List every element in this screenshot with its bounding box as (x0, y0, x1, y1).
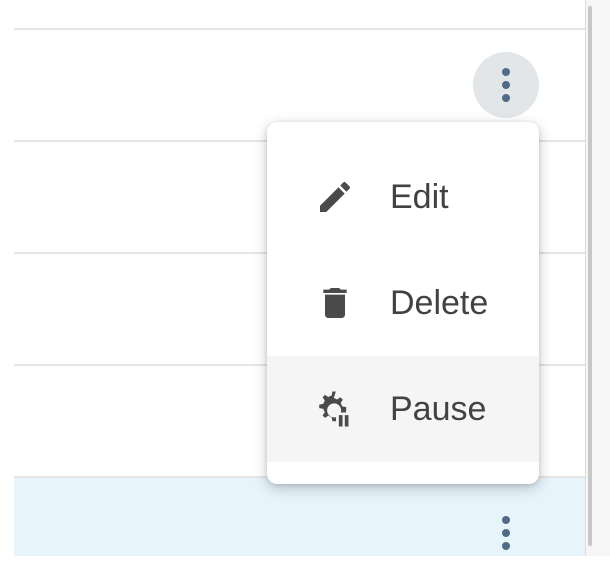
menu-item-delete[interactable]: Delete (267, 250, 539, 356)
pencil-icon (314, 176, 356, 218)
trash-icon (314, 282, 356, 324)
row-divider (14, 28, 585, 30)
scrollbar-thumb[interactable] (588, 6, 592, 546)
more-vertical-icon (500, 514, 512, 552)
gear-pause-icon (314, 388, 356, 430)
row-actions-button[interactable] (473, 500, 539, 566)
row-actions-button[interactable] (473, 52, 539, 118)
row-actions-menu: Edit Delete Pause (267, 122, 539, 484)
menu-item-label: Pause (390, 390, 487, 428)
menu-item-label: Edit (390, 178, 449, 216)
menu-item-label: Delete (390, 284, 489, 322)
more-vertical-icon (500, 66, 512, 104)
menu-item-edit[interactable]: Edit (267, 144, 539, 250)
menu-item-pause[interactable]: Pause (267, 356, 539, 462)
